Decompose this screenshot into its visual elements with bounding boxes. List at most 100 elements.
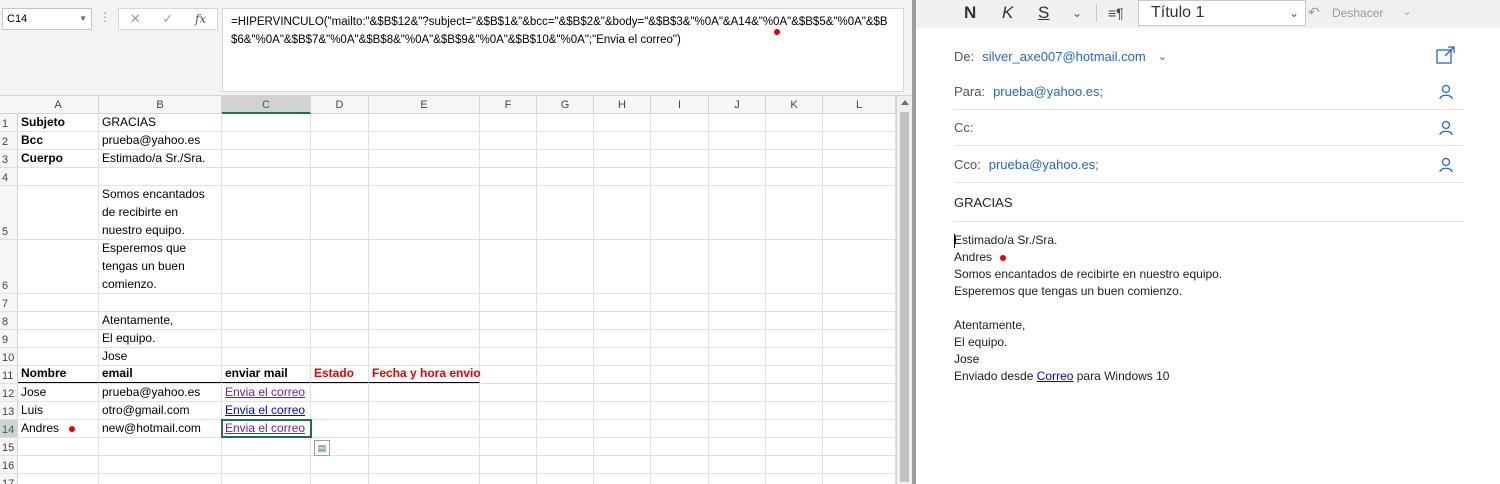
- cell-b9[interactable]: El equipo.: [99, 330, 222, 347]
- cell-g8[interactable]: [537, 312, 594, 329]
- cell-e2[interactable]: [369, 132, 480, 149]
- cell-l13[interactable]: [823, 402, 896, 419]
- cell-k14[interactable]: [766, 420, 823, 437]
- cell-j10[interactable]: [709, 348, 766, 365]
- cell-a5[interactable]: [18, 186, 99, 239]
- underline-button[interactable]: S: [1038, 2, 1049, 24]
- cell-f14[interactable]: [480, 420, 537, 437]
- cell-b16[interactable]: [99, 456, 222, 473]
- cell-h5[interactable]: [594, 186, 651, 239]
- cell-e17[interactable]: [369, 474, 480, 484]
- cell-e13[interactable]: [369, 402, 480, 419]
- formula-input[interactable]: =HIPERVINCULO("mailto:"&$B$12&"?subject=…: [222, 8, 904, 92]
- cell-d11[interactable]: Estado: [311, 366, 369, 383]
- cell-j8[interactable]: [709, 312, 766, 329]
- cell-l5[interactable]: [823, 186, 896, 239]
- cell-i11[interactable]: [651, 366, 709, 383]
- column-header-k[interactable]: K: [766, 96, 823, 114]
- column-header-a[interactable]: A: [18, 96, 99, 114]
- cell-b8[interactable]: Atentamente,: [99, 312, 222, 329]
- cell-l16[interactable]: [823, 456, 896, 473]
- cell-e4[interactable]: [369, 168, 480, 185]
- cell-b7[interactable]: [99, 294, 222, 311]
- cell-e3[interactable]: [369, 150, 480, 167]
- cell-j13[interactable]: [709, 402, 766, 419]
- chevron-down-icon[interactable]: ⌄: [1072, 2, 1082, 24]
- cell-a9[interactable]: [18, 330, 99, 347]
- cell-k7[interactable]: [766, 294, 823, 311]
- row-header[interactable]: 16: [0, 456, 18, 473]
- cell-d6[interactable]: [311, 240, 369, 293]
- cell-b12[interactable]: prueba@yahoo.es: [99, 384, 222, 401]
- cell-f2[interactable]: [480, 132, 537, 149]
- cell-j16[interactable]: [709, 456, 766, 473]
- row-header[interactable]: 15: [0, 438, 18, 455]
- cell-l11[interactable]: [823, 366, 896, 383]
- cell-l6[interactable]: [823, 240, 896, 293]
- cell-d12[interactable]: [311, 384, 369, 401]
- cc-row[interactable]: Cc:: [954, 110, 1464, 146]
- cell-i2[interactable]: [651, 132, 709, 149]
- cell-i17[interactable]: [651, 474, 709, 484]
- insert-function-icon[interactable]: fx: [195, 12, 206, 26]
- cell-a15[interactable]: [18, 438, 99, 455]
- cell-f17[interactable]: [480, 474, 537, 484]
- cell-d10[interactable]: [311, 348, 369, 365]
- scroll-thumb[interactable]: [900, 112, 909, 482]
- cell-l4[interactable]: [823, 168, 896, 185]
- cell-b3[interactable]: Estimado/a Sr./Sra.: [99, 150, 222, 167]
- row-header[interactable]: 4: [0, 168, 18, 185]
- column-header-h[interactable]: H: [594, 96, 651, 114]
- chevron-down-icon[interactable]: ▼: [79, 9, 87, 29]
- cell-e8[interactable]: [369, 312, 480, 329]
- paragraph-icon[interactable]: ≡¶: [1108, 2, 1124, 24]
- cell-d13[interactable]: [311, 402, 369, 419]
- cell-k16[interactable]: [766, 456, 823, 473]
- cell-a6[interactable]: [18, 240, 99, 293]
- cell-c13[interactable]: Envia el correo: [222, 402, 311, 419]
- column-header-i[interactable]: I: [651, 96, 709, 114]
- cell-j9[interactable]: [709, 330, 766, 347]
- cell-k5[interactable]: [766, 186, 823, 239]
- row-header[interactable]: 14: [0, 420, 18, 437]
- cell-f12[interactable]: [480, 384, 537, 401]
- cell-h7[interactable]: [594, 294, 651, 311]
- cell-f10[interactable]: [480, 348, 537, 365]
- cell-a3[interactable]: Cuerpo: [18, 150, 99, 167]
- cell-a7[interactable]: [18, 294, 99, 311]
- cell-i13[interactable]: [651, 402, 709, 419]
- cell-k2[interactable]: [766, 132, 823, 149]
- cell-f6[interactable]: [480, 240, 537, 293]
- column-header-f[interactable]: F: [480, 96, 537, 114]
- cell-l12[interactable]: [823, 384, 896, 401]
- cell-k17[interactable]: [766, 474, 823, 484]
- cell-d16[interactable]: [311, 456, 369, 473]
- cell-g10[interactable]: [537, 348, 594, 365]
- subject-field[interactable]: GRACIAS: [954, 186, 1464, 222]
- cell-k12[interactable]: [766, 384, 823, 401]
- row-header[interactable]: 7: [0, 294, 18, 311]
- cell-h8[interactable]: [594, 312, 651, 329]
- cell-i5[interactable]: [651, 186, 709, 239]
- cell-j1[interactable]: [709, 114, 766, 131]
- cell-f11[interactable]: [480, 366, 537, 383]
- cell-e16[interactable]: [369, 456, 480, 473]
- cell-l1[interactable]: [823, 114, 896, 131]
- cell-g14[interactable]: [537, 420, 594, 437]
- cell-g15[interactable]: [537, 438, 594, 455]
- cell-f1[interactable]: [480, 114, 537, 131]
- to-recipient[interactable]: prueba@yahoo.es;: [993, 84, 1103, 99]
- cell-k6[interactable]: [766, 240, 823, 293]
- column-header-g[interactable]: G: [537, 96, 594, 114]
- enter-icon[interactable]: ✓: [162, 11, 173, 27]
- cell-d2[interactable]: [311, 132, 369, 149]
- cell-h11[interactable]: [594, 366, 651, 383]
- cell-g16[interactable]: [537, 456, 594, 473]
- cell-h3[interactable]: [594, 150, 651, 167]
- cell-c1[interactable]: [222, 114, 311, 131]
- cell-g12[interactable]: [537, 384, 594, 401]
- column-header-e[interactable]: E: [369, 96, 480, 114]
- cell-b6[interactable]: Esperemos que tengas un buen comienzo.: [99, 240, 222, 293]
- undo-icon[interactable]: ↶: [1308, 4, 1320, 21]
- cell-a16[interactable]: [18, 456, 99, 473]
